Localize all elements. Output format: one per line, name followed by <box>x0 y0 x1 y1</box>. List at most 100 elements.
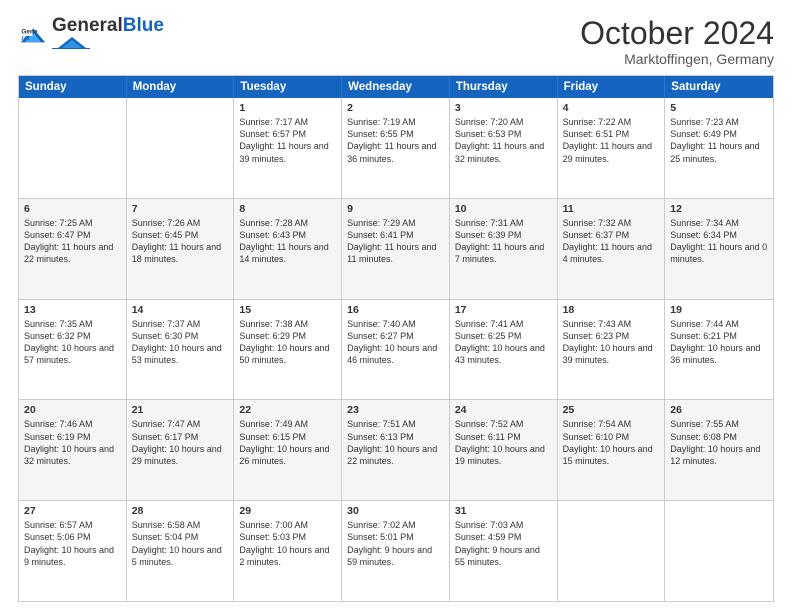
cell-text: Sunrise: 7:34 AMSunset: 6:34 PMDaylight:… <box>670 217 768 266</box>
day-number: 6 <box>24 203 121 215</box>
page: Gene ral GeneralBlue October 2024 Markto… <box>0 0 792 612</box>
day-number: 13 <box>24 304 121 316</box>
day-number: 28 <box>132 505 229 517</box>
logo-blue: Blue <box>123 15 164 36</box>
cell-text: Sunrise: 7:19 AMSunset: 6:55 PMDaylight:… <box>347 116 444 165</box>
calendar-cell: 26 Sunrise: 7:55 AMSunset: 6:08 PMDayligh… <box>665 400 773 500</box>
cell-text: Sunrise: 7:40 AMSunset: 6:27 PMDaylight:… <box>347 318 444 367</box>
day-number: 31 <box>455 505 552 517</box>
day-number: 7 <box>132 203 229 215</box>
calendar-cell: 29 Sunrise: 7:00 AMSunset: 5:03 PMDayligh… <box>234 501 342 601</box>
calendar-cell: 20 Sunrise: 7:46 AMSunset: 6:19 PMDayligh… <box>19 400 127 500</box>
day-number: 10 <box>455 203 552 215</box>
calendar-cell: 12 Sunrise: 7:34 AMSunset: 6:34 PMDayligh… <box>665 199 773 299</box>
day-number: 26 <box>670 404 768 416</box>
day-number: 21 <box>132 404 229 416</box>
calendar-cell <box>558 501 666 601</box>
location: Marktoffingen, Germany <box>580 51 774 67</box>
cell-text: Sunrise: 7:44 AMSunset: 6:21 PMDaylight:… <box>670 318 768 367</box>
cell-text: Sunrise: 7:20 AMSunset: 6:53 PMDaylight:… <box>455 116 552 165</box>
calendar-cell: 10Sunrise: 7:31 AMSunset: 6:39 PMDayligh… <box>450 199 558 299</box>
calendar-header-cell: Friday <box>558 76 666 98</box>
calendar: SundayMondayTuesdayWednesdayThursdayFrid… <box>18 75 774 602</box>
calendar-row: 1 Sunrise: 7:17 AMSunset: 6:57 PMDaylight… <box>19 98 773 199</box>
calendar-cell: 4 Sunrise: 7:22 AMSunset: 6:51 PMDaylight… <box>558 98 666 198</box>
calendar-header: SundayMondayTuesdayWednesdayThursdayFrid… <box>19 76 773 98</box>
day-number: 2 <box>347 102 444 114</box>
cell-text: Sunrise: 7:23 AMSunset: 6:49 PMDaylight:… <box>670 116 768 165</box>
title-block: October 2024 Marktoffingen, Germany <box>580 16 774 67</box>
calendar-cell <box>19 98 127 198</box>
calendar-cell: 2 Sunrise: 7:19 AMSunset: 6:55 PMDaylight… <box>342 98 450 198</box>
calendar-cell: 8Sunrise: 7:28 AMSunset: 6:43 PMDaylight… <box>234 199 342 299</box>
cell-text: Sunrise: 7:02 AMSunset: 5:01 PMDaylight:… <box>347 519 444 568</box>
calendar-row: 6 Sunrise: 7:25 AMSunset: 6:47 PMDaylight… <box>19 199 773 300</box>
calendar-header-cell: Wednesday <box>342 76 450 98</box>
day-number: 5 <box>670 102 768 114</box>
day-number: 20 <box>24 404 121 416</box>
logo-text-block: GeneralBlue <box>52 16 164 54</box>
day-number: 16 <box>347 304 444 316</box>
cell-text: Sunrise: 7:22 AMSunset: 6:51 PMDaylight:… <box>563 116 660 165</box>
calendar-cell: 1 Sunrise: 7:17 AMSunset: 6:57 PMDaylight… <box>234 98 342 198</box>
cell-text: Sunrise: 7:46 AMSunset: 6:19 PMDaylight:… <box>24 418 121 467</box>
day-number: 19 <box>670 304 768 316</box>
calendar-body: 1 Sunrise: 7:17 AMSunset: 6:57 PMDaylight… <box>19 98 773 601</box>
calendar-cell: 23 Sunrise: 7:51 AMSunset: 6:13 PMDayligh… <box>342 400 450 500</box>
day-number: 1 <box>239 102 336 114</box>
month-title: October 2024 <box>580 16 774 51</box>
cell-text: Sunrise: 7:35 AMSunset: 6:32 PMDaylight:… <box>24 318 121 367</box>
logo-icon: Gene ral <box>18 27 48 45</box>
logo: Gene ral GeneralBlue <box>18 16 164 54</box>
calendar-cell: 31Sunrise: 7:03 AMSunset: 4:59 PMDayligh… <box>450 501 558 601</box>
calendar-cell: 14 Sunrise: 7:37 AMSunset: 6:30 PMDayligh… <box>127 300 235 400</box>
day-number: 15 <box>239 304 336 316</box>
calendar-row: 20 Sunrise: 7:46 AMSunset: 6:19 PMDayligh… <box>19 400 773 501</box>
cell-text: Sunrise: 7:37 AMSunset: 6:30 PMDaylight:… <box>132 318 229 367</box>
day-number: 18 <box>563 304 660 316</box>
day-number: 24 <box>455 404 552 416</box>
day-number: 14 <box>132 304 229 316</box>
day-number: 27 <box>24 505 121 517</box>
cell-text: Sunrise: 6:57 AMSunset: 5:06 PMDaylight:… <box>24 519 121 568</box>
calendar-cell: 7Sunrise: 7:26 AMSunset: 6:45 PMDaylight… <box>127 199 235 299</box>
calendar-cell: 16 Sunrise: 7:40 AMSunset: 6:27 PMDayligh… <box>342 300 450 400</box>
calendar-cell: 30 Sunrise: 7:02 AMSunset: 5:01 PMDayligh… <box>342 501 450 601</box>
cell-text: Sunrise: 7:38 AMSunset: 6:29 PMDaylight:… <box>239 318 336 367</box>
calendar-header-cell: Thursday <box>450 76 558 98</box>
cell-text: Sunrise: 7:55 AMSunset: 6:08 PMDaylight:… <box>670 418 768 467</box>
cell-text: Sunrise: 7:17 AMSunset: 6:57 PMDaylight:… <box>239 116 336 165</box>
cell-text: Sunrise: 7:43 AMSunset: 6:23 PMDaylight:… <box>563 318 660 367</box>
calendar-row: 27 Sunrise: 6:57 AMSunset: 5:06 PMDayligh… <box>19 501 773 601</box>
day-number: 22 <box>239 404 336 416</box>
day-number: 3 <box>455 102 552 114</box>
calendar-cell: 28Sunrise: 6:58 AMSunset: 5:04 PMDayligh… <box>127 501 235 601</box>
day-number: 4 <box>563 102 660 114</box>
cell-text: Sunrise: 7:52 AMSunset: 6:11 PMDaylight:… <box>455 418 552 467</box>
calendar-cell: 11Sunrise: 7:32 AMSunset: 6:37 PMDayligh… <box>558 199 666 299</box>
calendar-cell: 22 Sunrise: 7:49 AMSunset: 6:15 PMDayligh… <box>234 400 342 500</box>
calendar-row: 13 Sunrise: 7:35 AMSunset: 6:32 PMDayligh… <box>19 300 773 401</box>
day-number: 12 <box>670 203 768 215</box>
calendar-cell: 21Sunrise: 7:47 AMSunset: 6:17 PMDayligh… <box>127 400 235 500</box>
cell-text: Sunrise: 7:32 AMSunset: 6:37 PMDaylight:… <box>563 217 660 266</box>
calendar-cell: 15 Sunrise: 7:38 AMSunset: 6:29 PMDayligh… <box>234 300 342 400</box>
cell-text: Sunrise: 7:49 AMSunset: 6:15 PMDaylight:… <box>239 418 336 467</box>
day-number: 30 <box>347 505 444 517</box>
cell-text: Sunrise: 7:00 AMSunset: 5:03 PMDaylight:… <box>239 519 336 568</box>
calendar-cell <box>665 501 773 601</box>
calendar-cell: 24 Sunrise: 7:52 AMSunset: 6:11 PMDayligh… <box>450 400 558 500</box>
cell-text: Sunrise: 7:54 AMSunset: 6:10 PMDaylight:… <box>563 418 660 467</box>
calendar-cell <box>127 98 235 198</box>
day-number: 23 <box>347 404 444 416</box>
logo-wave <box>52 35 90 49</box>
cell-text: Sunrise: 7:29 AMSunset: 6:41 PMDaylight:… <box>347 217 444 266</box>
cell-text: Sunrise: 7:51 AMSunset: 6:13 PMDaylight:… <box>347 418 444 467</box>
calendar-header-cell: Sunday <box>19 76 127 98</box>
calendar-header-cell: Monday <box>127 76 235 98</box>
day-number: 17 <box>455 304 552 316</box>
calendar-cell: 13 Sunrise: 7:35 AMSunset: 6:32 PMDayligh… <box>19 300 127 400</box>
calendar-cell: 19 Sunrise: 7:44 AMSunset: 6:21 PMDayligh… <box>665 300 773 400</box>
cell-text: Sunrise: 7:25 AMSunset: 6:47 PMDaylight:… <box>24 217 121 266</box>
day-number: 29 <box>239 505 336 517</box>
